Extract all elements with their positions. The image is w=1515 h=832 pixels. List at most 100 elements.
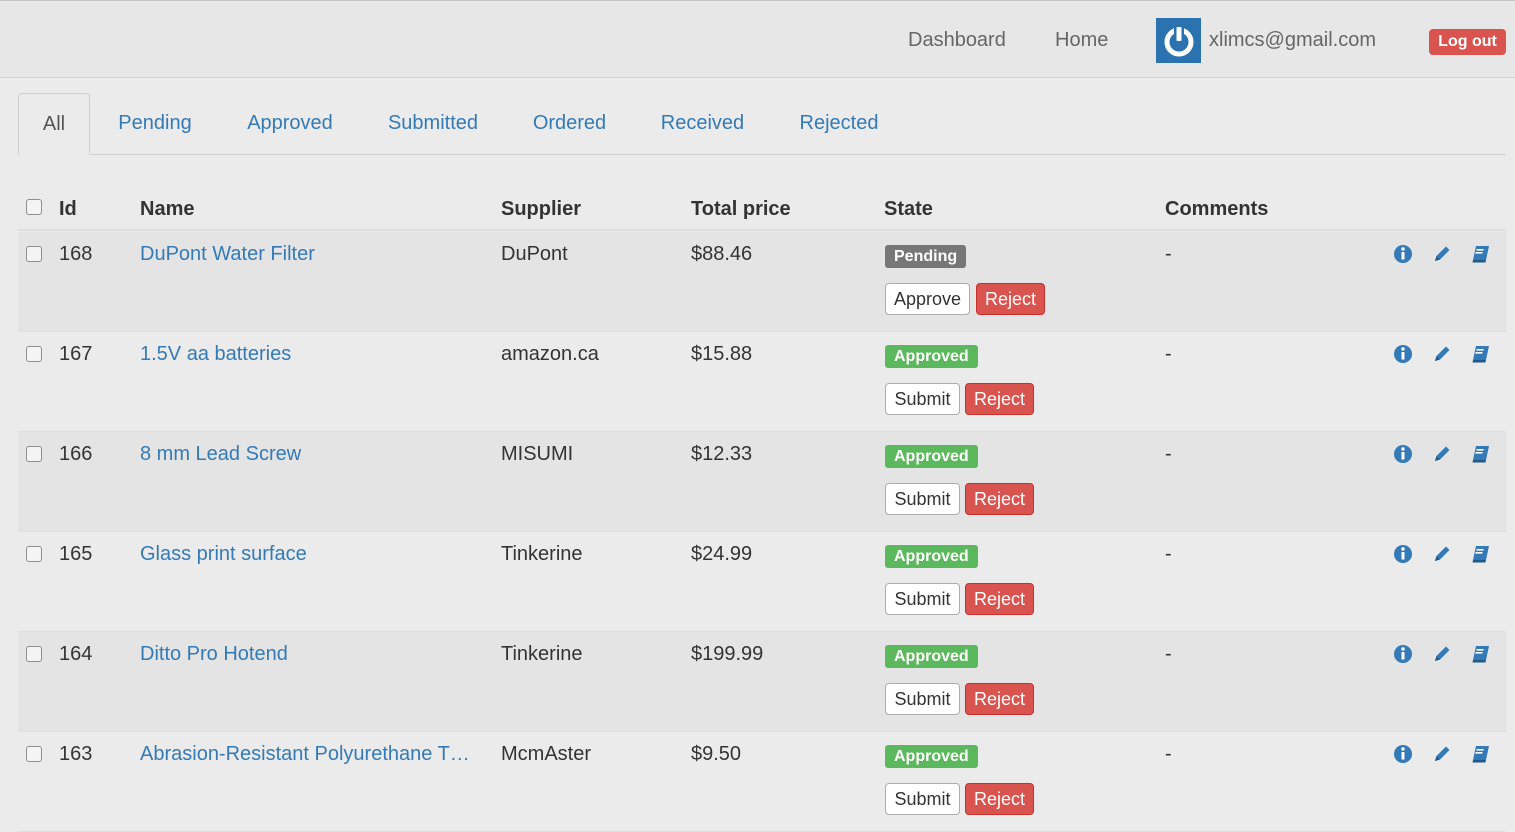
table-row: 168 DuPont Water Filter DuPont $88.46 - Pendi… (18, 232, 1506, 332)
reject-button[interactable]: Reject (965, 383, 1034, 415)
table-row: 164 Ditto Pro Hotend Tinkerine $199.99 - Appr… (18, 632, 1506, 732)
book-icon[interactable] (1470, 743, 1492, 765)
row-checkbox[interactable] (26, 346, 42, 362)
pencil-icon[interactable] (1431, 643, 1453, 665)
info-icon[interactable] (1392, 243, 1414, 265)
info-icon[interactable] (1392, 543, 1414, 565)
row-checkbox[interactable] (26, 246, 42, 262)
row-id: 168 (59, 243, 93, 265)
row-supplier: Tinkerine (501, 643, 583, 665)
table-row: 167 1.5V aa batteries amazon.ca $15.88 - Appr… (18, 332, 1506, 432)
table-row: 163 Abrasion-Resistant Polyurethane T… Mcm… (18, 732, 1506, 832)
row-id: 164 (59, 643, 93, 665)
row-checkbox[interactable] (26, 646, 42, 662)
row-total-price: $199.99 (691, 643, 764, 665)
status-badge: Approved (885, 345, 978, 368)
row-name-link[interactable]: Abrasion-Resistant Polyurethane T… (140, 743, 490, 766)
row-checkbox[interactable] (26, 546, 42, 562)
row-id: 166 (59, 443, 93, 465)
pencil-icon[interactable] (1431, 743, 1453, 765)
row-total-price: $9.50 (691, 743, 742, 765)
logout-button[interactable]: Log out (1429, 29, 1506, 55)
status-badge: Approved (885, 745, 978, 768)
column-header-name[interactable]: Name (140, 198, 194, 221)
reject-button[interactable]: Reject (965, 583, 1034, 615)
row-supplier: MISUMI (501, 443, 574, 465)
row-name-link[interactable]: Glass print surface (140, 543, 490, 566)
tab-approved[interactable]: Approved (232, 93, 348, 154)
submit-button[interactable]: Submit (885, 583, 960, 615)
tab-rejected[interactable]: Rejected (785, 93, 893, 154)
row-name-link[interactable]: 8 mm Lead Screw (140, 443, 490, 466)
column-header-comments[interactable]: Comments (1165, 198, 1268, 221)
row-comments: - (1165, 743, 1172, 765)
reject-button[interactable]: Reject (976, 283, 1045, 315)
row-comments: - (1165, 343, 1172, 365)
row-supplier: amazon.ca (501, 343, 599, 365)
reject-button[interactable]: Reject (965, 483, 1034, 515)
status-tabs: All Pending Approved Submitted Ordered R… (18, 93, 1506, 155)
column-header-total-price[interactable]: Total price (691, 198, 791, 221)
book-icon[interactable] (1470, 343, 1492, 365)
row-total-price: $88.46 (691, 243, 753, 265)
reject-button[interactable]: Reject (965, 683, 1034, 715)
pencil-icon[interactable] (1431, 443, 1453, 465)
table-header: Id Name Supplier Total price State Comme… (18, 185, 1506, 231)
row-comments: - (1165, 443, 1172, 465)
tab-all[interactable]: All (18, 93, 90, 155)
table-row: 165 Glass print surface Tinkerine $24.99 - Ap… (18, 532, 1506, 632)
row-total-price: $12.33 (691, 443, 753, 465)
column-header-state[interactable]: State (884, 198, 933, 221)
column-header-id[interactable]: Id (59, 198, 77, 221)
submit-button[interactable]: Submit (885, 383, 960, 415)
submit-button[interactable]: Submit (885, 483, 960, 515)
tab-pending[interactable]: Pending (104, 93, 206, 154)
pencil-icon[interactable] (1431, 243, 1453, 265)
info-icon[interactable] (1392, 343, 1414, 365)
book-icon[interactable] (1470, 243, 1492, 265)
row-name-link[interactable]: 1.5V aa batteries (140, 343, 490, 366)
status-badge: Approved (885, 645, 978, 668)
row-name-link[interactable]: DuPont Water Filter (140, 243, 490, 266)
info-icon[interactable] (1392, 643, 1414, 665)
pencil-icon[interactable] (1431, 343, 1453, 365)
submit-button[interactable]: Submit (885, 683, 960, 715)
row-supplier: McmAster (501, 743, 591, 765)
power-icon (1164, 25, 1193, 56)
row-name-link[interactable]: Ditto Pro Hotend (140, 643, 490, 666)
row-id: 167 (59, 343, 93, 365)
nav-dashboard-link[interactable]: Dashboard (908, 29, 1006, 52)
row-comments: - (1165, 643, 1172, 665)
status-badge: Approved (885, 445, 978, 468)
column-header-supplier[interactable]: Supplier (501, 198, 581, 221)
book-icon[interactable] (1470, 643, 1492, 665)
table-row: 166 8 mm Lead Screw MISUMI $12.33 - Approved S… (18, 432, 1506, 532)
reject-button[interactable]: Reject (965, 783, 1034, 815)
pencil-icon[interactable] (1431, 543, 1453, 565)
tab-submitted[interactable]: Submitted (373, 93, 493, 154)
info-icon[interactable] (1392, 443, 1414, 465)
row-id: 163 (59, 743, 93, 765)
nav-home-link[interactable]: Home (1055, 29, 1108, 52)
row-supplier: Tinkerine (501, 543, 583, 565)
user-email[interactable]: xlimcs@gmail.com (1209, 29, 1376, 52)
approve-button[interactable]: Approve (885, 283, 970, 315)
submit-button[interactable]: Submit (885, 783, 960, 815)
tab-ordered[interactable]: Ordered (518, 93, 621, 154)
info-icon[interactable] (1392, 743, 1414, 765)
status-badge: Approved (885, 545, 978, 568)
row-checkbox[interactable] (26, 746, 42, 762)
top-navbar: Dashboard Home xlimcs@gmail.com Log out (0, 0, 1515, 78)
select-all-checkbox[interactable] (26, 199, 42, 215)
row-total-price: $15.88 (691, 343, 753, 365)
status-badge: Pending (885, 245, 967, 268)
row-checkbox[interactable] (26, 446, 42, 462)
user-avatar[interactable] (1156, 18, 1201, 63)
row-comments: - (1165, 543, 1172, 565)
row-total-price: $24.99 (691, 543, 753, 565)
book-icon[interactable] (1470, 443, 1492, 465)
row-supplier: DuPont (501, 243, 568, 265)
book-icon[interactable] (1470, 543, 1492, 565)
row-comments: - (1165, 243, 1172, 265)
tab-received[interactable]: Received (646, 93, 759, 154)
